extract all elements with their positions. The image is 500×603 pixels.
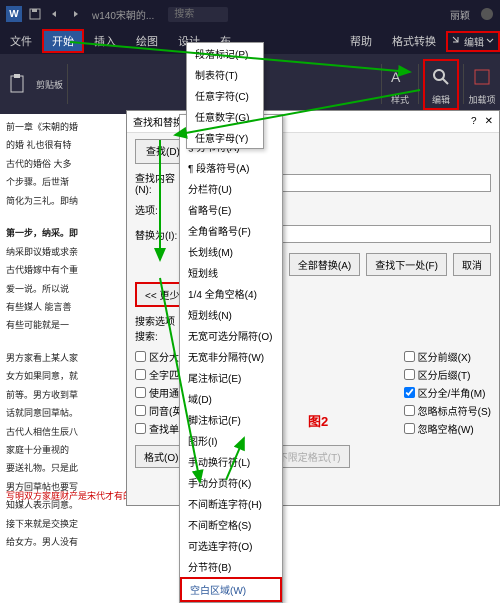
username[interactable]: 丽颖 [450, 7, 470, 22]
doc-name: w140宋朝的... [92, 7, 154, 22]
chk-prefix[interactable]: 区分前缀(X) [404, 349, 491, 364]
tab-draw[interactable]: 绘图 [126, 29, 168, 53]
chk-punct[interactable]: 忽略标点符号(S) [404, 403, 491, 418]
tab-home[interactable]: 开始 [42, 29, 84, 53]
tab-help[interactable]: 帮助 [340, 29, 382, 53]
edit-group[interactable]: 编辑 [423, 59, 459, 110]
styles-icon: A [386, 63, 414, 91]
dialog-title: 查找和替换 [133, 114, 183, 129]
find-next-button[interactable]: 查找下一处(F) [366, 253, 447, 276]
opts-label: 选项: [135, 202, 183, 217]
search-icon [427, 63, 455, 91]
find-label: 查找内容(N): [135, 170, 183, 196]
tab-file[interactable]: 文件 [0, 29, 42, 53]
figure-label: 图2 [308, 411, 328, 430]
special-submenu-top: 段落标记(P) 制表符(T) 任意字符(C) 任意数字(G) 任意字母(Y) [186, 42, 264, 149]
save-icon[interactable] [28, 7, 42, 21]
undo-icon[interactable] [48, 7, 62, 21]
word-logo: W [6, 6, 22, 22]
edit-dropdown[interactable]: 编辑 [446, 31, 500, 52]
addin-group[interactable]: 加载项 [468, 63, 496, 106]
close-icon[interactable]: ✕ [485, 116, 493, 127]
svg-text:A: A [391, 69, 401, 85]
tab-insert[interactable]: 插入 [84, 29, 126, 53]
replace-label: 替换为(I): [135, 227, 183, 242]
tab-convert[interactable]: 格式转换 [382, 29, 446, 53]
user-avatar-icon[interactable] [480, 7, 494, 21]
cancel-button[interactable]: 取消 [453, 253, 491, 276]
title-search-input[interactable] [168, 7, 228, 22]
chk-space[interactable]: 忽略空格(W) [404, 421, 491, 436]
special-format-menu: 脱字号(R) § 分节符(A) ¶ 段落符号(A) 分栏符(U) 省略号(E) … [179, 114, 283, 603]
paste-group[interactable] [4, 70, 32, 98]
replace-all-button2[interactable]: 全部替换(A) [289, 253, 360, 276]
paste-icon [4, 70, 32, 98]
redo-icon[interactable] [68, 7, 82, 21]
chk-fullhalf[interactable]: 区分全/半角(M) [404, 385, 491, 400]
styles-group[interactable]: A 样式 [386, 63, 414, 106]
addin-icon [468, 63, 496, 91]
help-icon[interactable]: ? [471, 116, 477, 127]
chk-suffix[interactable]: 区分后缀(T) [404, 367, 491, 382]
clipboard-label: 剪贴板 [36, 78, 63, 91]
